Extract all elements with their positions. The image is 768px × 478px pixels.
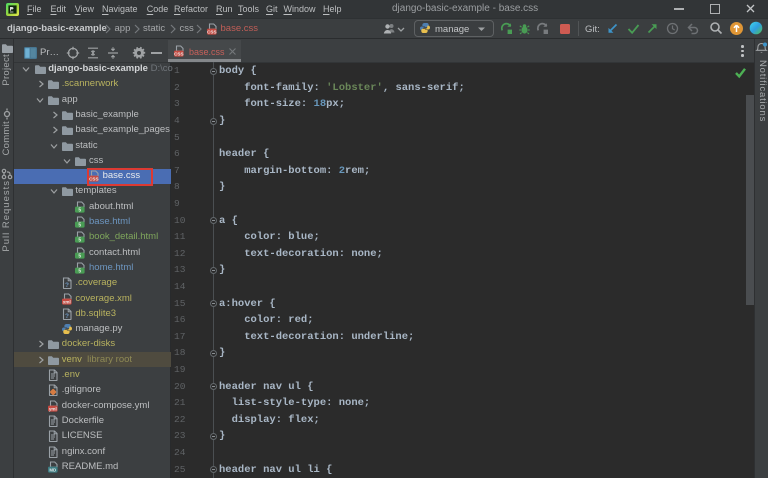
- svg-text:MD: MD: [50, 467, 57, 472]
- svg-text:5: 5: [79, 207, 82, 213]
- svg-text:yml: yml: [49, 406, 57, 411]
- svg-text:5: 5: [79, 222, 82, 228]
- svg-text:5: 5: [79, 253, 82, 259]
- svg-text:?: ?: [65, 313, 69, 320]
- svg-text:5: 5: [79, 238, 82, 244]
- svg-text:CSS: CSS: [174, 51, 183, 56]
- svg-text:5: 5: [79, 268, 82, 274]
- svg-text:CSS: CSS: [207, 29, 216, 34]
- svg-text:?: ?: [65, 282, 69, 289]
- svg-text:xml: xml: [63, 299, 71, 304]
